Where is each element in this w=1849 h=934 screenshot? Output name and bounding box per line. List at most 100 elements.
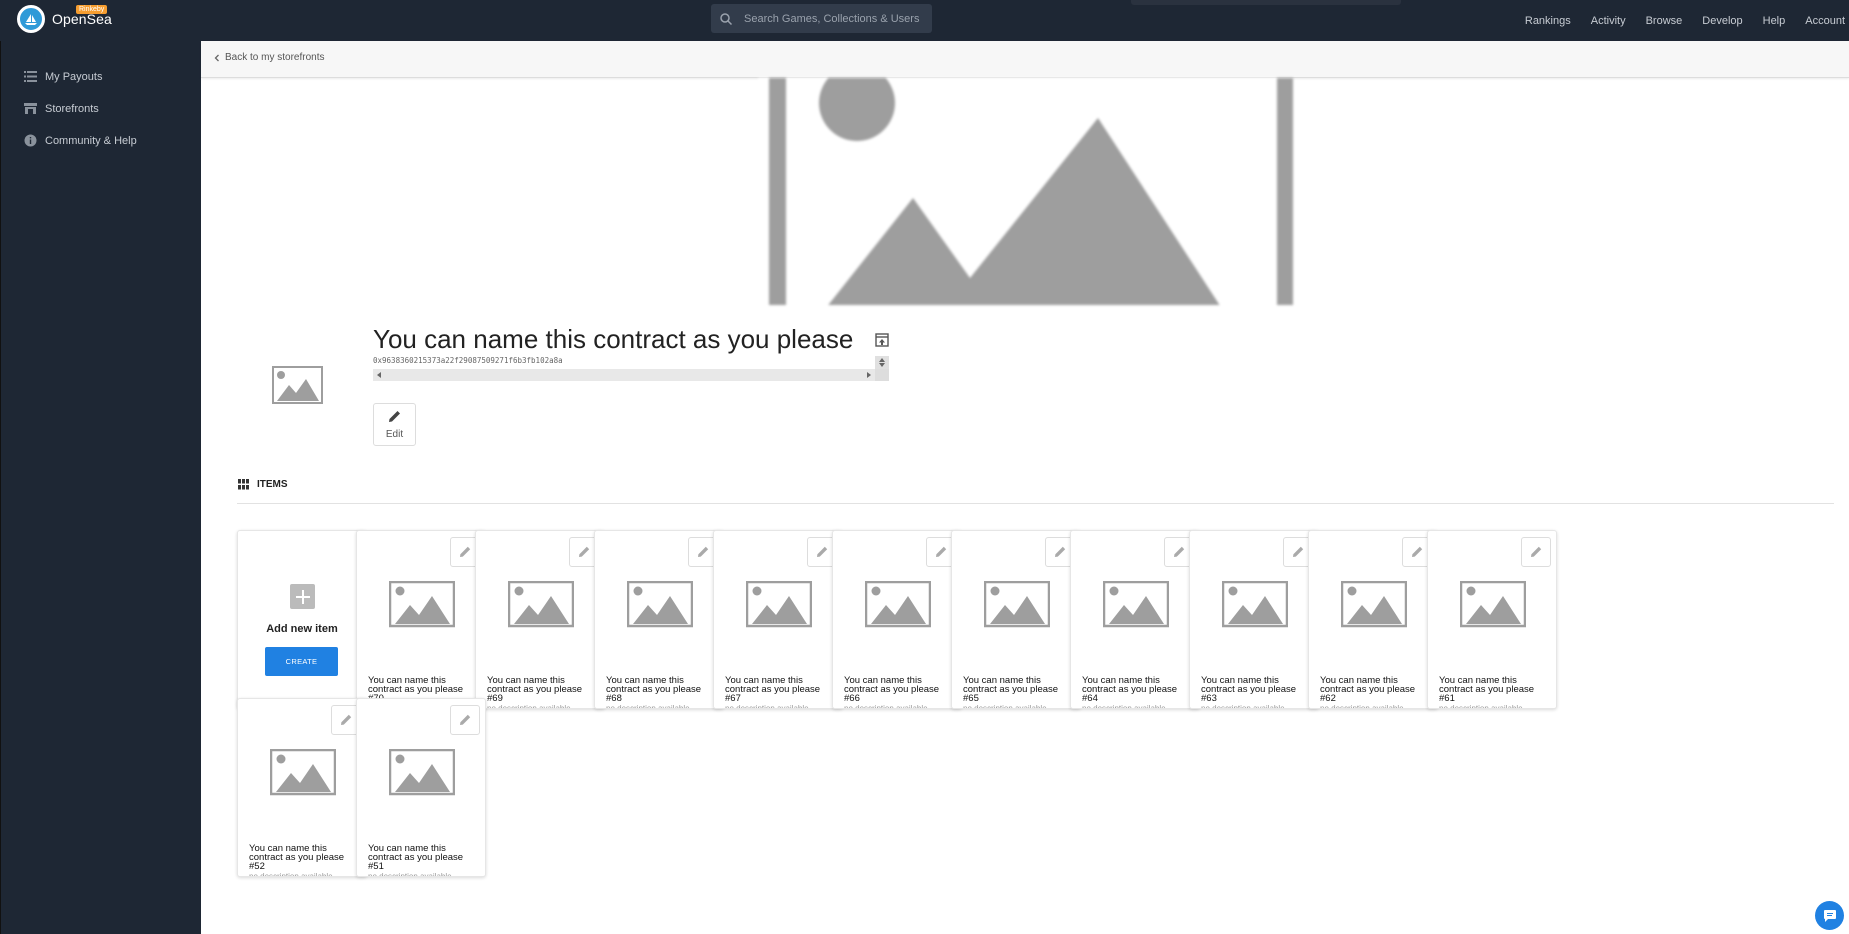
pencil-icon: [389, 410, 400, 422]
pencil-icon: [341, 714, 352, 725]
pencil-icon: [936, 546, 947, 557]
item-image-placeholder: [865, 581, 931, 628]
back-bar: Back to my storefronts: [201, 41, 1849, 78]
edit-item-button[interactable]: [450, 705, 480, 735]
item-card[interactable]: You can name this contract as you please…: [1189, 530, 1319, 709]
sidebar-item-storefronts[interactable]: Storefronts: [24, 102, 99, 115]
item-card[interactable]: You can name this contract as you please…: [237, 698, 367, 877]
back-to-storefronts-link[interactable]: Back to my storefronts: [213, 52, 324, 63]
storefront-icon: [24, 103, 37, 114]
item-image-placeholder: [389, 749, 455, 796]
item-description: no description available: [368, 872, 452, 877]
item-image-placeholder: [1103, 581, 1169, 628]
storefront-avatar-placeholder: [272, 366, 323, 404]
item-image-placeholder: [627, 581, 693, 628]
item-image-placeholder: [984, 581, 1050, 628]
item-card[interactable]: You can name this contract as you please…: [832, 530, 962, 709]
pencil-icon: [1174, 546, 1185, 557]
item-card[interactable]: You can name this contract as you please…: [713, 530, 843, 709]
sidebar-item-label: Community & Help: [45, 134, 137, 147]
chevron-left-icon: [214, 54, 219, 61]
contract-address: 0x9638360215373a22f29087509271f6b3fb102a…: [373, 356, 563, 365]
grid-icon: [238, 479, 249, 490]
item-description: no description available: [249, 872, 333, 877]
item-name[interactable]: You can name this contract as you please…: [844, 676, 954, 704]
storefront-title: You can name this contract as you please: [373, 324, 854, 354]
scroll-left-icon[interactable]: [377, 372, 381, 378]
item-image-placeholder: [1222, 581, 1288, 628]
item-card[interactable]: You can name this contract as you please…: [1427, 530, 1557, 709]
item-description: no description available: [725, 704, 809, 709]
item-name[interactable]: You can name this contract as you please…: [1201, 676, 1311, 704]
item-card[interactable]: You can name this contract as you please…: [356, 530, 486, 709]
item-card[interactable]: You can name this contract as you please…: [1308, 530, 1438, 709]
nav-rankings[interactable]: Rankings: [1525, 15, 1571, 27]
items-section-heading: ITEMS: [238, 479, 288, 490]
nav-help[interactable]: Help: [1763, 15, 1786, 27]
item-description: no description available: [1201, 704, 1285, 709]
items-heading-text: ITEMS: [257, 479, 288, 490]
item-description: no description available: [487, 704, 571, 709]
scroll-right-icon[interactable]: [867, 372, 871, 378]
top-navigation-bar: OpenSea Rinkeby Rankings Activity Browse…: [0, 0, 1849, 41]
pencil-icon: [1293, 546, 1304, 557]
create-item-button[interactable]: CREATE: [265, 647, 338, 676]
item-name[interactable]: You can name this contract as you please…: [249, 844, 359, 872]
search-input[interactable]: [744, 12, 924, 25]
search-icon: [720, 12, 733, 25]
item-card[interactable]: You can name this contract as you please…: [594, 530, 724, 709]
pencil-icon: [579, 546, 590, 557]
item-name[interactable]: You can name this contract as you please…: [725, 676, 835, 704]
main-content: Back to my storefronts You can name this…: [201, 41, 1849, 934]
pencil-icon: [460, 546, 471, 557]
item-card[interactable]: You can name this contract as you please…: [1070, 530, 1200, 709]
nav-account[interactable]: Account: [1805, 15, 1845, 27]
item-description: no description available: [606, 704, 690, 709]
contract-address-box[interactable]: 0x9638360215373a22f29087509271f6b3fb102a…: [373, 356, 889, 383]
sidebar-item-label: My Payouts: [45, 70, 103, 83]
horizontal-scrollbar[interactable]: [373, 369, 875, 381]
item-description: no description available: [1439, 704, 1523, 709]
sidebar-item-community-help[interactable]: Community & Help: [24, 134, 137, 147]
sidebar-item-my-payouts[interactable]: My Payouts: [24, 70, 102, 83]
item-name[interactable]: You can name this contract as you please…: [1082, 676, 1192, 704]
pencil-icon: [1531, 546, 1542, 557]
scroll-up-icon[interactable]: [879, 358, 885, 362]
scroll-corner: [875, 369, 889, 381]
item-card[interactable]: You can name this contract as you please…: [475, 530, 605, 709]
pencil-icon: [1412, 546, 1423, 557]
plus-icon: [290, 584, 315, 609]
nav-browse[interactable]: Browse: [1646, 15, 1683, 27]
item-name[interactable]: You can name this contract as you please…: [487, 676, 597, 704]
item-image-placeholder: [389, 581, 455, 628]
pencil-icon: [460, 714, 471, 725]
edit-item-button[interactable]: [1521, 537, 1551, 567]
edit-storefront-button[interactable]: Edit: [373, 403, 416, 446]
main-nav: Rankings Activity Browse Develop Help Ac…: [1525, 0, 1849, 41]
chat-support-button[interactable]: [1815, 901, 1844, 930]
nav-develop[interactable]: Develop: [1702, 15, 1742, 27]
item-image-placeholder: [746, 581, 812, 628]
item-name[interactable]: You can name this contract as you please…: [606, 676, 716, 704]
item-image-placeholder: [508, 581, 574, 628]
pencil-icon: [698, 546, 709, 557]
opensea-logo-icon[interactable]: [17, 5, 45, 33]
pencil-icon: [1055, 546, 1066, 557]
search-bar[interactable]: [711, 4, 932, 33]
item-description: no description available: [963, 704, 1047, 709]
nav-activity[interactable]: Activity: [1591, 15, 1626, 27]
item-name[interactable]: You can name this contract as you please…: [368, 844, 478, 872]
item-card[interactable]: You can name this contract as you please…: [951, 530, 1081, 709]
item-name[interactable]: You can name this contract as you please…: [1320, 676, 1430, 704]
open-external-icon[interactable]: [875, 333, 889, 347]
scroll-down-icon[interactable]: [879, 363, 885, 367]
item-name[interactable]: You can name this contract as you please…: [963, 676, 1073, 704]
edit-label: Edit: [385, 428, 404, 440]
item-card[interactable]: You can name this contract as you please…: [356, 698, 486, 877]
item-image-placeholder: [270, 749, 336, 796]
pencil-icon: [817, 546, 828, 557]
sidebar: My Payouts Storefronts Community & Help: [0, 41, 201, 934]
back-link-label: Back to my storefronts: [225, 52, 325, 63]
item-name[interactable]: You can name this contract as you please…: [1439, 676, 1549, 704]
banner-image-placeholder: [758, 78, 1293, 305]
